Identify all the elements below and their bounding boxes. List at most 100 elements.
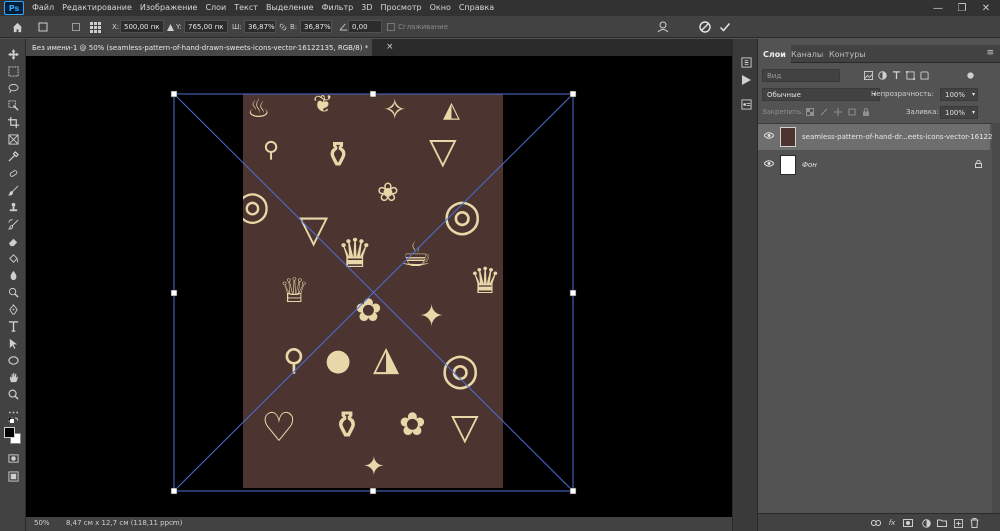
pen-tool-icon[interactable]	[5, 302, 21, 316]
layer-row-background[interactable]: Фон	[758, 152, 990, 178]
status-menu-arrow-icon[interactable]: ›	[172, 519, 175, 527]
trash-icon[interactable]	[968, 517, 980, 529]
zoom-tool-icon[interactable]	[5, 387, 21, 401]
menu-help[interactable]: Справка	[455, 0, 498, 16]
menu-3d[interactable]: 3D	[357, 0, 376, 16]
history-panel-icon[interactable]	[739, 55, 753, 69]
marquee-tool-icon[interactable]	[5, 64, 21, 78]
menu-select[interactable]: Выделение	[262, 0, 318, 16]
clone-stamp-tool-icon[interactable]	[5, 200, 21, 214]
reference-point-square-icon[interactable]	[70, 20, 82, 34]
handle-bottom-middle[interactable]	[369, 487, 377, 495]
filter-adjustment-icon[interactable]	[876, 69, 888, 81]
menu-filter[interactable]: Фильтр	[318, 0, 358, 16]
type-tool-icon[interactable]	[5, 319, 21, 333]
fill-input[interactable]: 100% ▾	[940, 106, 978, 119]
fx-icon[interactable]: fx	[886, 517, 898, 529]
filter-smart-object-icon[interactable]	[918, 69, 930, 81]
zoom-level[interactable]: 50%	[34, 519, 50, 527]
layer-name-background[interactable]: Фон	[802, 161, 817, 169]
commit-transform-icon[interactable]	[718, 20, 732, 34]
height-input[interactable]: 36,87%	[300, 20, 332, 33]
menu-image[interactable]: Изображение	[136, 0, 202, 16]
lock-all-icon[interactable]	[860, 106, 872, 118]
home-icon[interactable]	[10, 20, 24, 34]
menu-layers[interactable]: Слои	[201, 0, 230, 16]
lasso-tool-icon[interactable]	[5, 81, 21, 95]
lock-pixels-icon[interactable]	[818, 106, 830, 118]
crop-tool-icon[interactable]	[5, 115, 21, 129]
cancel-transform-icon[interactable]	[698, 20, 712, 34]
hand-tool-icon[interactable]	[5, 370, 21, 384]
add-mask-icon[interactable]	[902, 517, 914, 529]
handle-bottom-left[interactable]	[170, 487, 178, 495]
menu-window[interactable]: Окно	[426, 0, 455, 16]
filter-toggle-icon[interactable]	[964, 69, 976, 81]
menu-view[interactable]: Просмотр	[377, 0, 426, 16]
foreground-color-swatch[interactable]	[4, 427, 15, 438]
brush-tool-icon[interactable]	[5, 183, 21, 197]
menu-file[interactable]: Файл	[28, 0, 58, 16]
interpolation-icon[interactable]	[386, 20, 395, 34]
tool-preset-icon[interactable]	[36, 20, 50, 34]
warp-mode-icon[interactable]	[656, 20, 670, 34]
properties-panel-icon[interactable]	[739, 97, 753, 111]
move-tool-icon[interactable]	[5, 47, 21, 61]
canvas[interactable]: ♨ ❦ ✧ ◭ ⚲ ⚱ ▽ ◎ ❀ ◎ ▽ ♛ ☕ ♛ ♕ ✿ ✦ ⚲ ● ◮ …	[26, 56, 732, 517]
new-group-folder-icon[interactable]	[936, 517, 948, 529]
actions-play-icon[interactable]	[739, 73, 753, 87]
lock-position-icon[interactable]	[832, 106, 844, 118]
menu-type[interactable]: Текст	[230, 0, 262, 16]
menu-edit[interactable]: Редактирование	[58, 0, 136, 16]
color-swatches[interactable]	[4, 427, 22, 445]
y-position-input[interactable]: 765,00 пк	[184, 20, 228, 33]
tab-paths[interactable]: Контуры	[824, 45, 871, 63]
width-input[interactable]: 36,87%	[244, 20, 276, 33]
blend-mode-select[interactable]: Обычные ▾	[762, 88, 880, 101]
lock-transparent-icon[interactable]	[804, 106, 816, 118]
close-document-icon[interactable]: ×	[386, 42, 394, 52]
opacity-input[interactable]: 100% ▾	[940, 88, 978, 101]
handle-bottom-right[interactable]	[569, 487, 577, 495]
handle-top-right[interactable]	[569, 90, 577, 98]
quick-mask-icon[interactable]	[5, 451, 21, 465]
angle-input[interactable]: 0,00	[348, 20, 382, 33]
healing-brush-tool-icon[interactable]	[5, 166, 21, 180]
layer-filter-input[interactable]: Вид	[762, 69, 840, 82]
new-layer-icon[interactable]	[952, 517, 964, 529]
close-window-button[interactable]: ✕	[974, 0, 998, 16]
dodge-tool-icon[interactable]	[5, 285, 21, 299]
eyedropper-tool-icon[interactable]	[5, 149, 21, 163]
handle-middle-right[interactable]	[569, 289, 577, 297]
handle-top-left[interactable]	[170, 90, 178, 98]
frame-tool-icon[interactable]	[5, 132, 21, 146]
eraser-tool-icon[interactable]	[5, 234, 21, 248]
default-colors-icon[interactable]	[5, 417, 21, 425]
lock-artboard-icon[interactable]	[846, 106, 858, 118]
blur-tool-icon[interactable]	[5, 268, 21, 282]
path-selection-tool-icon[interactable]	[5, 336, 21, 350]
adjustment-layer-icon[interactable]	[920, 517, 932, 529]
object-selection-tool-icon[interactable]	[5, 98, 21, 112]
reference-point-grid-icon[interactable]	[88, 20, 102, 34]
filter-type-icon[interactable]	[890, 69, 902, 81]
layer-name-pattern[interactable]: seamless-pattern-of-hand-dr...eets-icons…	[802, 133, 1000, 141]
maximize-button[interactable]: ❐	[950, 0, 974, 16]
paint-bucket-tool-icon[interactable]	[5, 251, 21, 265]
x-position-input[interactable]: 500,00 пк	[120, 20, 164, 33]
history-brush-tool-icon[interactable]	[5, 217, 21, 231]
filter-shape-icon[interactable]	[904, 69, 916, 81]
minimize-button[interactable]: —	[926, 0, 950, 16]
visibility-eye-icon-background[interactable]	[763, 160, 775, 170]
handle-middle-left[interactable]	[170, 289, 178, 297]
filter-image-icon[interactable]	[862, 69, 874, 81]
visibility-eye-icon[interactable]	[763, 132, 775, 142]
panel-menu-icon[interactable]: ≡	[986, 48, 994, 58]
layers-scrollbar[interactable]	[992, 123, 1000, 513]
link-icon[interactable]	[278, 20, 288, 34]
layer-row-pattern[interactable]: seamless-pattern-of-hand-dr...eets-icons…	[758, 124, 1000, 150]
shape-tool-icon[interactable]	[5, 353, 21, 367]
document-tab[interactable]: Без имени-1 @ 50% (seamless-pattern-of-h…	[26, 39, 372, 56]
tab-channels[interactable]: Каналы	[786, 45, 828, 63]
screen-mode-icon[interactable]	[5, 469, 21, 483]
